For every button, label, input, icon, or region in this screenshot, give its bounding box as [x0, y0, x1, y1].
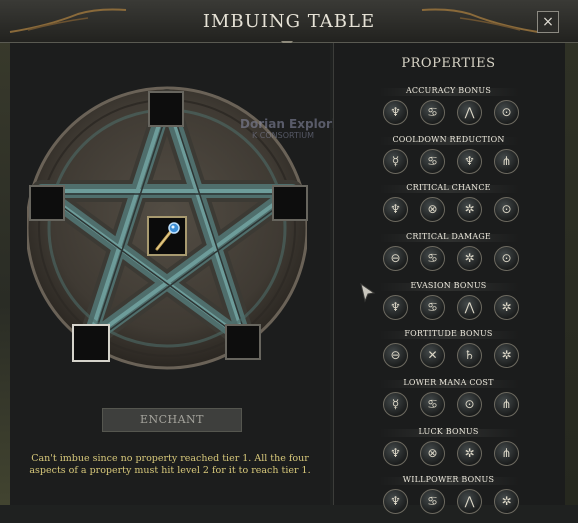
- property-group: ACCURACY BONUS ♆ ♋ ⋀ ⊙: [333, 86, 564, 134]
- property-group: WILLPOWER BONUS ♆ ♋ ⋀ ✲: [333, 475, 564, 523]
- property-group: LOWER MANA COST ☿ ♋ ⊙ ⋔: [333, 378, 564, 426]
- rune-aspect-icon[interactable]: ♆: [457, 149, 482, 174]
- close-button[interactable]: ×: [537, 11, 559, 33]
- rune-aspect-icon[interactable]: ♆: [383, 100, 408, 125]
- property-label: CRITICAL DAMAGE: [406, 232, 491, 241]
- property-group: COOLDOWN REDUCTION ☿ ♋ ♆ ⋔: [333, 135, 564, 183]
- imbue-slot-left[interactable]: [29, 185, 65, 221]
- property-group: LUCK BONUS ♆ ⊗ ✲ ⋔: [333, 427, 564, 475]
- rune-aspect-icon[interactable]: ♆: [383, 441, 408, 466]
- rune-row: ♆ ♋ ⋀ ✲: [383, 489, 519, 517]
- title-bar: IMBUING TABLE ×: [0, 0, 578, 43]
- rune-aspect-icon[interactable]: ⊙: [494, 197, 519, 222]
- rune-aspect-icon[interactable]: ✲: [494, 343, 519, 368]
- rune-aspect-icon[interactable]: ⋔: [494, 149, 519, 174]
- rune-aspect-icon[interactable]: ♋: [420, 489, 445, 514]
- rune-aspect-icon[interactable]: ⊖: [383, 246, 408, 271]
- property-group: CRITICAL CHANCE ♆ ⊗ ✲ ⊙: [333, 183, 564, 231]
- rune-aspect-icon[interactable]: ✲: [494, 489, 519, 514]
- property-label: ACCURACY BONUS: [405, 86, 492, 95]
- property-label: WILLPOWER BONUS: [402, 475, 495, 484]
- rune-aspect-icon[interactable]: ✲: [494, 295, 519, 320]
- rune-row: ☿ ♋ ⊙ ⋔: [383, 392, 519, 420]
- ornament-right-icon: [421, 8, 539, 33]
- rune-aspect-icon[interactable]: ⊙: [457, 392, 482, 417]
- rune-row: ♆ ⊗ ✲ ⋔: [383, 441, 519, 469]
- rune-aspect-icon[interactable]: ⋔: [494, 392, 519, 417]
- rune-row: ⊖ ✕ ♄ ✲: [383, 343, 519, 371]
- imbue-slot-bottom-right[interactable]: [225, 324, 261, 360]
- property-label: LUCK BONUS: [418, 427, 479, 436]
- rune-aspect-icon[interactable]: ⊙: [494, 100, 519, 125]
- property-label: FORTITUDE BONUS: [404, 329, 493, 338]
- rune-aspect-icon[interactable]: ⊖: [383, 343, 408, 368]
- property-group: CRITICAL DAMAGE ⊖ ♋ ✲ ⊙: [333, 232, 564, 280]
- rune-aspect-icon[interactable]: ☿: [383, 149, 408, 174]
- rune-aspect-icon[interactable]: ♋: [420, 149, 445, 174]
- properties-title: PROPERTIES: [401, 56, 496, 71]
- rune-aspect-icon[interactable]: ♋: [420, 392, 445, 417]
- rune-aspect-icon[interactable]: ✲: [457, 246, 482, 271]
- imbue-warning-message: Can't imbue since no property reached ti…: [29, 453, 311, 476]
- rune-aspect-icon[interactable]: ⋀: [457, 489, 482, 514]
- rune-row: ♆ ♋ ⋀ ✲: [383, 295, 519, 323]
- rune-aspect-icon[interactable]: ✕: [420, 343, 445, 368]
- imbue-slot-bottom-left[interactable]: [72, 324, 110, 362]
- mouse-cursor-icon: [360, 283, 376, 303]
- rune-aspect-icon[interactable]: ♄: [457, 343, 482, 368]
- rune-row: ⊖ ♋ ✲ ⊙: [383, 246, 519, 274]
- rune-aspect-icon[interactable]: ⋔: [494, 441, 519, 466]
- rune-aspect-icon[interactable]: ♋: [420, 246, 445, 271]
- rune-aspect-icon[interactable]: ⊗: [420, 197, 445, 222]
- background-right: [564, 0, 578, 505]
- rune-aspect-icon[interactable]: ✲: [457, 441, 482, 466]
- rune-aspect-icon[interactable]: ♋: [420, 100, 445, 125]
- rune-aspect-icon[interactable]: ✲: [457, 197, 482, 222]
- rune-aspect-icon[interactable]: ⊙: [494, 246, 519, 271]
- rune-aspect-icon[interactable]: ♆: [383, 197, 408, 222]
- property-label: COOLDOWN REDUCTION: [392, 135, 505, 144]
- rune-row: ☿ ♋ ♆ ⋔: [383, 149, 519, 177]
- rune-row: ♆ ⊗ ✲ ⊙: [383, 197, 519, 225]
- property-group: FORTITUDE BONUS ⊖ ✕ ♄ ✲: [333, 329, 564, 377]
- rune-aspect-icon[interactable]: ♋: [420, 295, 445, 320]
- rune-aspect-icon[interactable]: ⊗: [420, 441, 445, 466]
- rune-aspect-icon[interactable]: ☿: [383, 392, 408, 417]
- property-label: CRITICAL CHANCE: [406, 183, 491, 192]
- rune-row: ♆ ♋ ⋀ ⊙: [383, 100, 519, 128]
- background-left: [0, 0, 10, 505]
- rune-aspect-icon[interactable]: ♆: [383, 295, 408, 320]
- staff-item-icon: [155, 222, 180, 251]
- property-label: LOWER MANA COST: [403, 378, 494, 387]
- rune-aspect-icon[interactable]: ⋀: [457, 295, 482, 320]
- imbue-slot-top[interactable]: [148, 91, 184, 127]
- enchant-button[interactable]: ENCHANT: [102, 408, 242, 432]
- center-item-slot[interactable]: [147, 216, 187, 256]
- imbue-slot-right[interactable]: [272, 185, 308, 221]
- rune-aspect-icon[interactable]: ⋀: [457, 100, 482, 125]
- rune-aspect-icon[interactable]: ♆: [383, 489, 408, 514]
- background-guild-name: K CONSORTIUM: [252, 131, 315, 140]
